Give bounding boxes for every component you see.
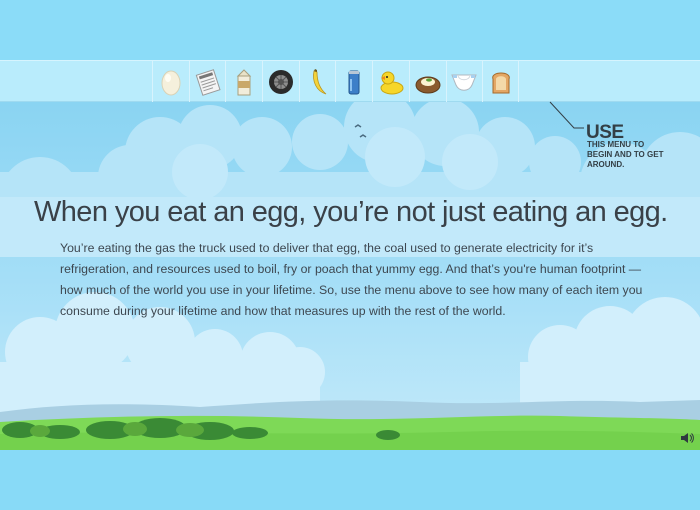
milk-carton-icon xyxy=(237,69,252,96)
egg-icon xyxy=(161,70,181,96)
callout-pointer-line xyxy=(549,101,584,129)
banana-icon xyxy=(312,69,326,95)
headline: When you eat an egg, you’re not just eat… xyxy=(34,196,668,228)
menu-item-toast[interactable] xyxy=(482,61,519,103)
baked-potato-icon xyxy=(415,76,441,94)
speaker-icon[interactable] xyxy=(680,432,694,444)
intro-paragraph: You’re eating the gas the truck used to … xyxy=(60,241,643,318)
menu-item-tire[interactable] xyxy=(262,61,299,103)
menu-item-rubber-duck[interactable] xyxy=(372,61,409,103)
bottom-band xyxy=(0,450,700,510)
newspaper-icon xyxy=(195,69,221,96)
menu-item-diaper[interactable] xyxy=(445,61,483,103)
toast-icon xyxy=(491,72,510,94)
use-callout-subtitle: THIS MENU TO BEGIN AND TO GET AROUND. xyxy=(587,140,664,169)
item-menu xyxy=(152,61,519,103)
menu-item-newspaper[interactable] xyxy=(188,61,226,103)
item-menu-bar xyxy=(0,60,700,103)
rubber-duck-icon xyxy=(380,71,404,95)
menu-item-milk[interactable] xyxy=(225,61,262,103)
menu-item-egg[interactable] xyxy=(152,61,189,103)
tire-icon xyxy=(268,70,293,94)
menu-item-banana[interactable] xyxy=(298,61,336,103)
top-band xyxy=(0,0,700,60)
soda-can-icon xyxy=(348,70,360,95)
menu-item-potato[interactable] xyxy=(408,61,446,103)
diaper-icon xyxy=(451,74,478,91)
menu-item-soda-can[interactable] xyxy=(335,61,372,103)
